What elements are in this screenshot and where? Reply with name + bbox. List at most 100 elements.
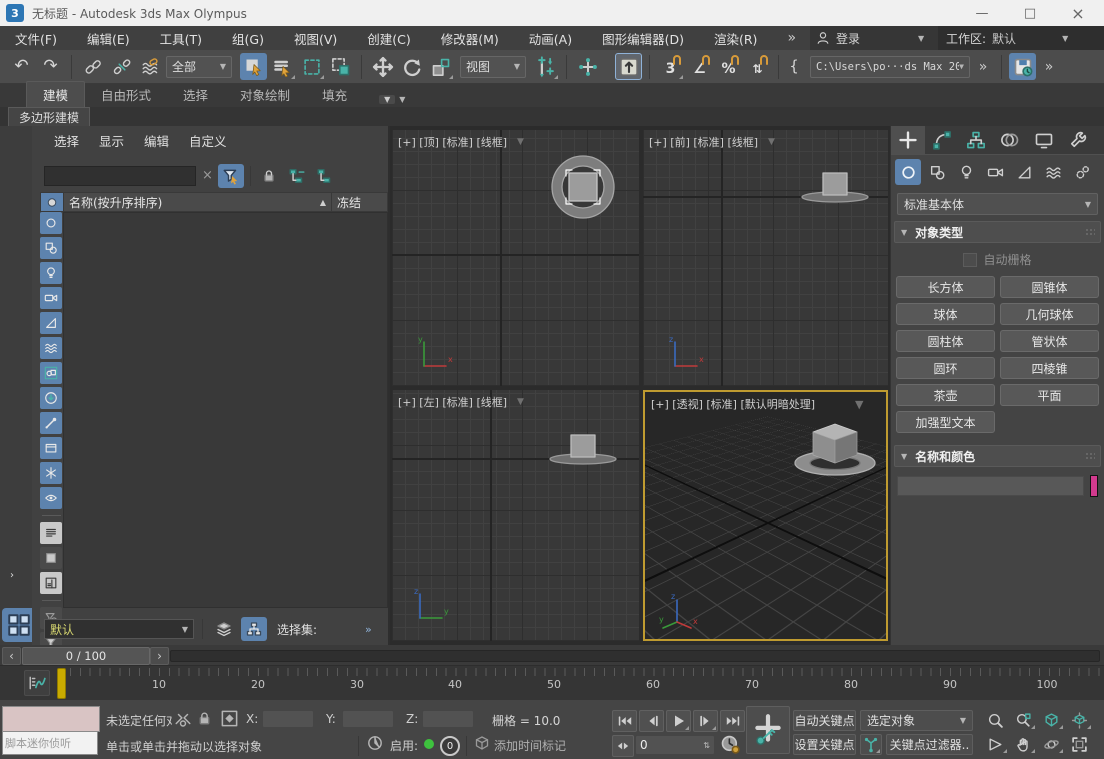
toggle-column-header[interactable] bbox=[41, 193, 64, 211]
rectangular-selection-region-button[interactable] bbox=[298, 53, 325, 80]
autogrid-checkbox[interactable] bbox=[963, 253, 977, 267]
primitive-category-dropdown[interactable]: 标准基本体▼ bbox=[897, 193, 1098, 215]
viewport-front-label[interactable]: [+] [前] [标准] [线框] bbox=[649, 134, 758, 150]
time-slider-track[interactable] bbox=[170, 650, 1100, 662]
close-button[interactable]: × bbox=[1056, 0, 1100, 26]
toggle-xrefs-icon[interactable] bbox=[40, 387, 62, 409]
explorer-filter-button[interactable] bbox=[218, 164, 244, 188]
set-key-button[interactable]: 设置关键点 bbox=[793, 734, 856, 755]
macro-recorder-box[interactable] bbox=[2, 706, 100, 732]
ribbon-tab-selection[interactable]: 选择 bbox=[167, 82, 224, 107]
explorer-menu-edit[interactable]: 编辑 bbox=[134, 131, 179, 150]
tab-hierarchy[interactable] bbox=[959, 126, 993, 154]
menu-rendering[interactable]: 渲染(R) bbox=[699, 26, 772, 50]
object-color-swatch[interactable] bbox=[1090, 475, 1098, 497]
key-filters-button[interactable]: 关键点过滤器.. bbox=[886, 734, 973, 755]
zoom-extents-icon[interactable] bbox=[1038, 710, 1064, 730]
selection-lock-icon[interactable] bbox=[196, 710, 213, 727]
x-coordinate-field[interactable] bbox=[262, 710, 314, 728]
time-tag-cube-icon[interactable] bbox=[474, 735, 490, 751]
clear-search-icon[interactable]: × bbox=[202, 168, 213, 183]
select-and-link-icon[interactable] bbox=[79, 53, 106, 80]
category-spacewarps-icon[interactable] bbox=[1040, 159, 1066, 185]
toggle-spacewarps-icon[interactable] bbox=[40, 337, 62, 359]
next-frame-arrow[interactable]: › bbox=[150, 647, 169, 665]
expand-panel-arrow[interactable]: › bbox=[10, 570, 14, 581]
set-keys-big-button[interactable] bbox=[746, 706, 790, 754]
menu-views[interactable]: 视图(V) bbox=[279, 26, 352, 50]
torus-box-left-view[interactable] bbox=[541, 420, 625, 470]
object-type-rollout-header[interactable]: ▼ 对象类型 bbox=[894, 221, 1101, 243]
ribbon-tab-object-paint[interactable]: 对象绘制 bbox=[224, 82, 306, 107]
mini-curve-editor-button[interactable] bbox=[24, 670, 50, 696]
select-and-move-button[interactable] bbox=[369, 53, 396, 80]
menu-file[interactable]: 文件(F) bbox=[0, 26, 72, 50]
ribbon-minimize-dropdown[interactable]: ▼ ▼ bbox=[363, 92, 421, 107]
explorer-search-input[interactable] bbox=[44, 166, 196, 186]
explorer-menu-select[interactable]: 选择 bbox=[44, 131, 89, 150]
previous-frame-button[interactable] bbox=[639, 710, 664, 732]
menu-modifiers[interactable]: 修改器(M) bbox=[426, 26, 514, 50]
pyramid-button[interactable]: 四棱锥 bbox=[1000, 357, 1099, 379]
display-mode-detail-button[interactable] bbox=[40, 572, 62, 594]
redo-button[interactable]: ↷ bbox=[37, 53, 64, 80]
tab-modify[interactable] bbox=[925, 126, 959, 154]
auto-key-button[interactable]: 自动关键点 bbox=[793, 710, 856, 731]
layers-icon[interactable] bbox=[211, 617, 237, 641]
viewport-perspective-label[interactable]: [+] [透视] [标准] [默认明暗处理] bbox=[651, 396, 815, 412]
viewport-left[interactable]: [+] [左] [标准] [线框]▼ yz bbox=[392, 390, 639, 641]
unlink-selection-icon[interactable] bbox=[108, 53, 135, 80]
torus-box-top-view[interactable] bbox=[541, 145, 625, 229]
viewport-menu-icon[interactable]: ▼ bbox=[517, 397, 524, 407]
ribbon-tab-modeling[interactable]: 建模 bbox=[26, 81, 85, 107]
select-and-rotate-button[interactable] bbox=[398, 53, 425, 80]
current-frame-marker[interactable] bbox=[57, 668, 66, 699]
select-and-scale-button[interactable] bbox=[427, 53, 454, 80]
menu-overflow-chevron[interactable]: » bbox=[772, 26, 811, 50]
tab-utilities[interactable] bbox=[1061, 126, 1095, 154]
snap-toggle-3d-button[interactable]: 3 bbox=[657, 53, 684, 80]
toggle-bones-icon[interactable] bbox=[40, 412, 62, 434]
play-button[interactable] bbox=[666, 710, 691, 732]
toggle-hidden-icon[interactable] bbox=[40, 487, 62, 509]
viewport-menu-icon[interactable]: ▼ bbox=[768, 137, 775, 147]
display-mode-thumb-button[interactable] bbox=[40, 547, 62, 569]
isolate-selection-icon[interactable] bbox=[174, 710, 192, 728]
textplus-button[interactable]: 加强型文本 bbox=[896, 411, 995, 433]
tube-button[interactable]: 管状体 bbox=[1000, 330, 1099, 352]
toggle-frozen-icon[interactable] bbox=[40, 462, 62, 484]
category-lights-icon[interactable] bbox=[953, 159, 979, 185]
category-helpers-icon[interactable] bbox=[1011, 159, 1037, 185]
teapot-button[interactable]: 茶壶 bbox=[896, 384, 995, 406]
previous-frame-arrow[interactable]: ‹ bbox=[2, 647, 21, 665]
menu-edit[interactable]: 编辑(E) bbox=[72, 26, 145, 50]
bottom-overflow-chevron[interactable]: » bbox=[365, 623, 372, 636]
add-time-tag-label[interactable]: 添加时间标记 bbox=[494, 737, 566, 754]
category-systems-icon[interactable] bbox=[1069, 159, 1095, 185]
track-bar-ruler[interactable]: 0 10 20 30 40 50 60 70 80 90 100 bbox=[55, 666, 1104, 700]
adaptive-degradation-icon[interactable] bbox=[366, 734, 384, 752]
tab-display[interactable] bbox=[1027, 126, 1061, 154]
use-pivot-point-center-button[interactable] bbox=[532, 53, 559, 80]
toggle-helpers-icon[interactable] bbox=[40, 312, 62, 334]
name-column-header[interactable]: 名称(按升序排序)▲ bbox=[64, 193, 332, 211]
scene-object-list[interactable] bbox=[63, 212, 388, 608]
sign-in-dropdown[interactable]: 登录 ▼ bbox=[810, 26, 938, 50]
menu-graph-editors[interactable]: 图形编辑器(D) bbox=[587, 26, 699, 50]
minimize-button[interactable]: — bbox=[960, 0, 1004, 26]
tab-motion[interactable] bbox=[993, 126, 1027, 154]
toggle-groups-icon[interactable] bbox=[40, 362, 62, 384]
plane-button[interactable]: 平面 bbox=[1000, 384, 1099, 406]
ribbon-panel-polygon-modeling[interactable]: 多边形建模 bbox=[8, 107, 90, 126]
reference-coordinate-system-dropdown[interactable]: 视图▼ bbox=[460, 56, 526, 78]
lock-explorer-icon[interactable] bbox=[256, 164, 282, 188]
menu-tools[interactable]: 工具(T) bbox=[145, 26, 217, 50]
y-coordinate-field[interactable] bbox=[342, 710, 394, 728]
enable-status-dot[interactable] bbox=[424, 739, 434, 749]
field-of-view-icon[interactable] bbox=[982, 734, 1008, 754]
pan-hand-icon[interactable] bbox=[1010, 734, 1036, 754]
toggle-shapes-icon[interactable] bbox=[40, 237, 62, 259]
window-crossing-toggle[interactable] bbox=[327, 53, 354, 80]
expand-tree-icon[interactable] bbox=[284, 164, 310, 188]
toolbar-overflow-chevron[interactable]: » bbox=[972, 53, 994, 80]
